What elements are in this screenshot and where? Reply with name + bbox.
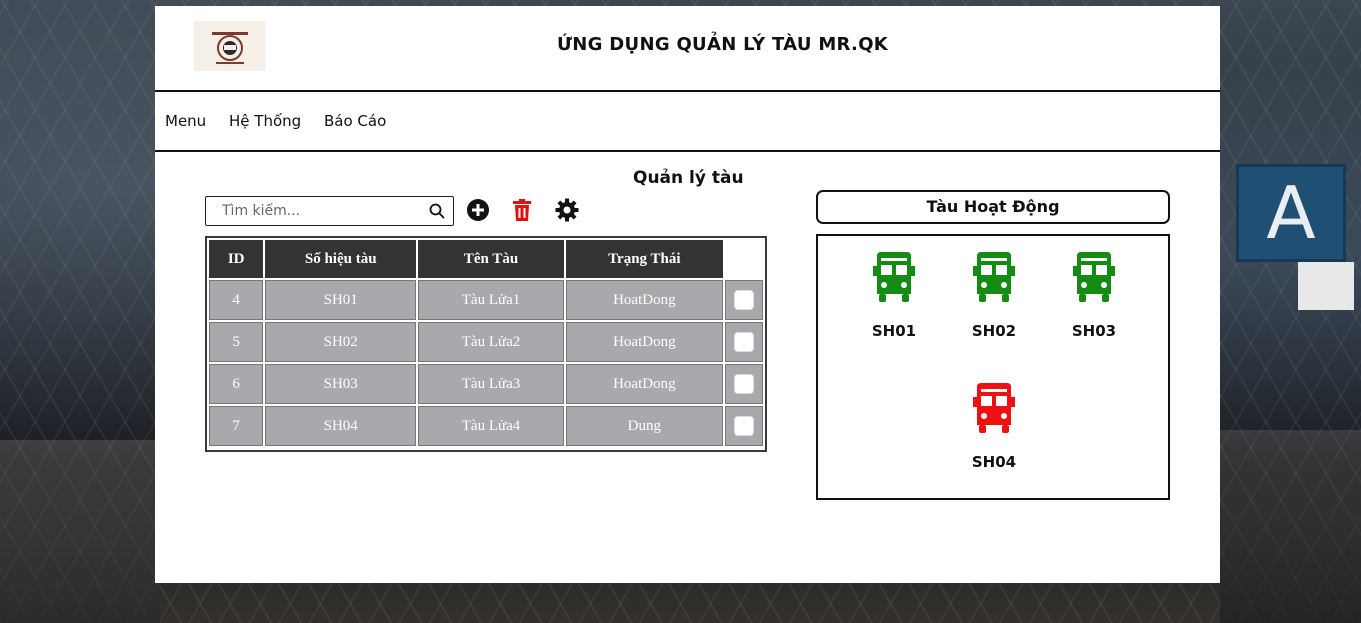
cell-ten-tau: Tàu Lửa3 [418,364,564,404]
cell-ten-tau: Tàu Lửa2 [418,322,564,362]
cell-ten-tau: Tàu Lửa1 [418,280,564,320]
cell-select [724,364,763,404]
row-checkbox[interactable] [733,332,754,352]
cell-id: 7 [209,406,264,446]
search-input[interactable] [220,200,424,222]
cell-trang-thai: HoatDong [565,322,723,362]
table-row[interactable]: 7 SH04 Tàu Lửa4 Dung [209,406,763,446]
add-icon[interactable] [466,198,490,222]
background-platform-left [0,440,160,623]
menu-item-bao-cao[interactable]: Báo Cáo [324,112,386,130]
row-checkbox[interactable] [733,374,754,394]
menu-item-he-thong[interactable]: Hệ Thống [229,112,301,130]
train-icon [973,383,1015,433]
active-trains-panel: SH01 SH02 SH03 SH04 [816,234,1170,500]
active-trains-title: Tàu Hoạt Động [816,190,1170,224]
column-header-trang-thai[interactable]: Trạng Thái [565,240,723,278]
cell-select [724,280,763,320]
app-header: ỨNG DỤNG QUẢN LÝ TÀU MR.QK [155,6,1220,92]
train-icon [973,252,1015,302]
cell-so-hieu: SH04 [265,406,417,446]
column-header-select [724,240,763,278]
search-box [205,196,454,226]
background-platform-sign: A [1236,164,1346,262]
table-row[interactable]: 5 SH02 Tàu Lửa2 HoatDong [209,322,763,362]
cell-trang-thai: HoatDong [565,280,723,320]
train-label: SH04 [971,453,1017,471]
cell-so-hieu: SH02 [265,322,417,362]
app-logo [194,21,265,71]
train-label: SH02 [971,322,1017,340]
column-header-ten-tau[interactable]: Tên Tàu [418,240,564,278]
train-table: ID Số hiệu tàu Tên Tàu Trạng Thái 4 SH01… [205,236,767,452]
train-card-sh03[interactable]: SH03 [1054,250,1134,340]
cell-trang-thai: Dung [565,406,723,446]
train-card-sh04[interactable]: SH04 [954,381,1034,471]
row-checkbox[interactable] [733,416,754,436]
cell-select [724,322,763,362]
cell-so-hieu: SH01 [265,280,417,320]
cell-id: 6 [209,364,264,404]
column-header-id[interactable]: ID [209,240,264,278]
column-header-so-hieu[interactable]: Số hiệu tàu [265,240,417,278]
train-label: SH03 [1071,322,1117,340]
background-platform-right [1220,430,1361,623]
table-header-row: ID Số hiệu tàu Tên Tàu Trạng Thái [209,240,763,278]
background-sign-plate [1298,262,1354,310]
table-row[interactable]: 4 SH01 Tàu Lửa1 HoatDong [209,280,763,320]
train-icon [873,252,915,302]
cell-id: 4 [209,280,264,320]
train-label: SH01 [871,322,917,340]
cell-id: 5 [209,322,264,362]
train-card-sh02[interactable]: SH02 [954,250,1034,340]
search-icon[interactable] [429,203,445,219]
train-icon [1073,252,1115,302]
settings-icon[interactable] [555,198,579,222]
train-card-sh01[interactable]: SH01 [854,250,934,340]
menu-item-menu[interactable]: Menu [165,112,206,130]
cell-so-hieu: SH03 [265,364,417,404]
trash-icon[interactable] [510,198,534,222]
table-row[interactable]: 6 SH03 Tàu Lửa3 HoatDong [209,364,763,404]
cell-trang-thai: HoatDong [565,364,723,404]
logo-emblem-icon [211,32,248,64]
app-title: ỨNG DỤNG QUẢN LÝ TÀU MR.QK [556,34,889,55]
section-title: Quản lý tàu [633,168,744,188]
menu-bar: Menu Hệ Thống Báo Cáo [155,92,1220,152]
cell-ten-tau: Tàu Lửa4 [418,406,564,446]
row-checkbox[interactable] [733,290,754,310]
main-panel: ỨNG DỤNG QUẢN LÝ TÀU MR.QK Menu Hệ Thống… [155,6,1220,583]
cell-select [724,406,763,446]
